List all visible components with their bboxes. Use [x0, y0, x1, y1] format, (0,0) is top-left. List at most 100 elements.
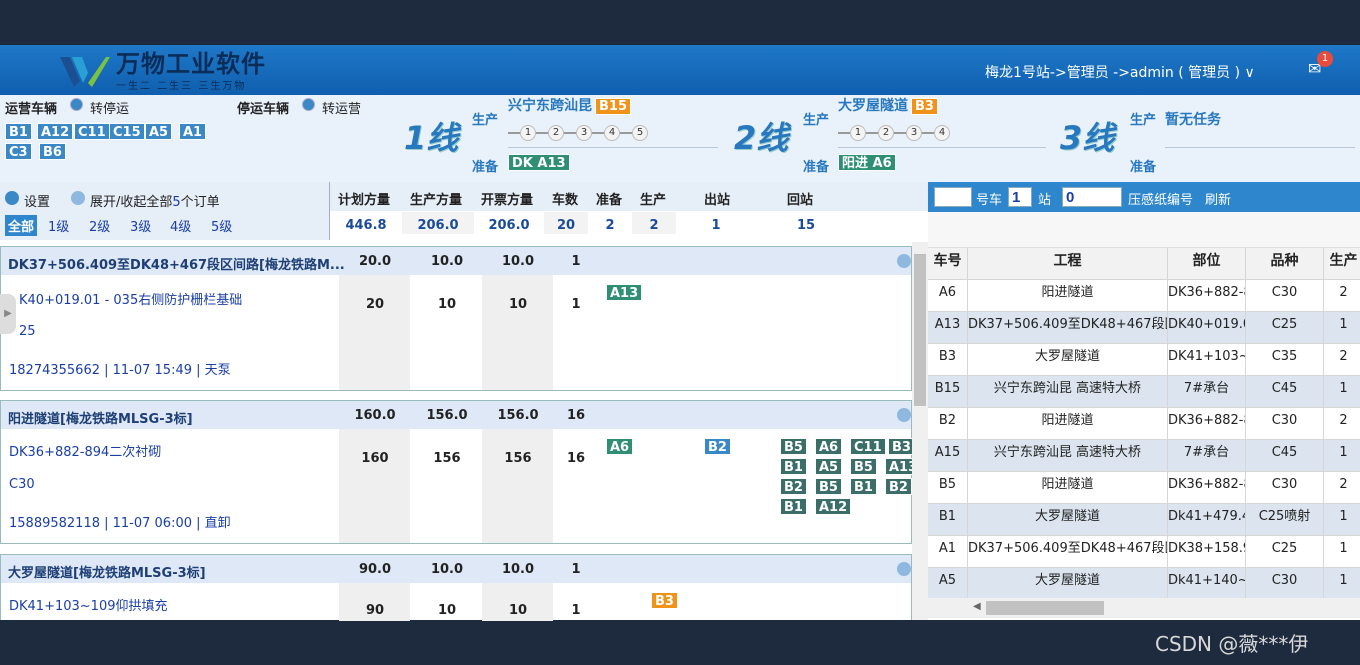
column-header: 部位 — [1168, 248, 1246, 279]
vertical-scrollbar[interactable] — [912, 242, 928, 620]
order-cars-value: 1 — [571, 603, 581, 618]
column-header: 车号 — [928, 248, 968, 279]
table-row[interactable]: A13 DK37+506.409至DK48+467段区 DK40+019.0 C25 1 — [928, 312, 1360, 344]
level-tab-2[interactable]: 2级 — [89, 216, 110, 235]
car-tag[interactable]: B5 — [850, 458, 877, 475]
table-cell: 大罗屋隧道 — [968, 344, 1168, 375]
vehicle-tag[interactable]: C3 — [5, 143, 32, 160]
level-tab-4[interactable]: 4级 — [170, 216, 191, 235]
toggle-all-button[interactable]: 展开/收起全部5个订单 — [90, 191, 220, 210]
line-2-prepare-tag[interactable]: 阳进 A6 — [838, 154, 896, 171]
vehicle-tag[interactable]: B6 — [39, 143, 66, 160]
user-menu[interactable]: 梅龙1号站->管理员 ->admin ( 管理员 ) ∨ — [985, 62, 1255, 82]
to-run-button[interactable]: 转运营 — [322, 98, 361, 117]
vehicle-tag[interactable]: A1 — [179, 123, 207, 140]
order-plan: 160.0 — [354, 408, 396, 423]
line-1-prepare-tag[interactable]: DK A13 — [508, 154, 570, 171]
gear-icon[interactable] — [5, 191, 19, 205]
order-header[interactable]: 阳进隧道[梅龙铁路MLSG-3标] 160.0 156.0 156.0 16 — [1, 401, 911, 429]
vehicle-tag[interactable]: A12 — [37, 123, 74, 140]
car-tag[interactable]: C11 — [850, 438, 886, 455]
table-row[interactable]: B5 阳进隧道 DK36+882-8 C30 2 — [928, 472, 1360, 504]
table-row[interactable]: A1 DK37+506.409至DK48+467段区 DK38+158.9 C25 1 — [928, 536, 1360, 568]
table-row[interactable]: B2 阳进隧道 DK36+882-8 C30 2 — [928, 408, 1360, 440]
car-tag[interactable]: B3 — [888, 438, 912, 455]
level-tab-1[interactable]: 1级 — [48, 216, 69, 235]
order-part[interactable]: DK36+882-894二次衬砌 — [9, 441, 161, 460]
table-row[interactable]: B15 兴宁东跨汕昆 高速特大桥 7#承台 C45 1 — [928, 376, 1360, 408]
table-row[interactable]: A5 大罗屋隧道 Dk41+140~ C30 1 — [928, 568, 1360, 600]
station-input[interactable] — [1062, 187, 1122, 207]
summary-value: 206.0 — [488, 218, 530, 233]
table-row[interactable]: B1 大罗屋隧道 Dk41+479.4 C25喷射 1 — [928, 504, 1360, 536]
car-tag[interactable]: B2 — [704, 438, 731, 455]
car-tag[interactable]: A13 — [606, 284, 643, 301]
order-card: 大罗屋隧道[梅龙铁路MLSG-3标] 90.0 10.0 10.0 1 90 1… — [0, 554, 912, 621]
order-cars: 1 — [571, 562, 581, 577]
running-vehicles-label: 运营车辆 — [5, 102, 58, 117]
table-row[interactable]: A15 兴宁东跨汕昆 高速特大桥 7#承台 C45 1 — [928, 440, 1360, 472]
table-cell: C30 — [1246, 280, 1324, 311]
step-node: 3 — [906, 125, 922, 141]
order-plan: 90.0 — [358, 562, 392, 577]
summary-header: 回站 — [787, 193, 814, 208]
collapse-icon[interactable] — [897, 562, 911, 576]
settings-button[interactable]: 设置 — [24, 191, 50, 210]
scroll-thumb[interactable] — [986, 601, 1104, 615]
refresh-button[interactable]: 刷新 — [1205, 189, 1231, 208]
collapse-icon[interactable] — [897, 254, 911, 268]
car-tag[interactable]: A6 — [815, 438, 843, 455]
mail-count-badge: 1 — [1317, 51, 1333, 67]
vehicle-tag[interactable]: C15 — [109, 123, 145, 140]
table-cell: A1 — [928, 536, 968, 567]
order-header[interactable]: DK37+506.409至DK48+467段区间路[梅龙铁路M... 20.0 … — [1, 247, 911, 275]
car-tag[interactable]: A13 — [885, 458, 912, 475]
table-cell: 兴宁东跨汕昆 高速特大桥 — [968, 440, 1168, 471]
level-tab-3[interactable]: 3级 — [130, 216, 151, 235]
car-tag[interactable]: A5 — [815, 458, 843, 475]
horizontal-scrollbar[interactable]: ◀ — [928, 598, 1360, 618]
table-cell: 2 — [1324, 280, 1360, 311]
vehicle-tag[interactable]: C11 — [74, 123, 110, 140]
car-filter-input[interactable] — [934, 187, 972, 207]
car-tag[interactable]: B1 — [850, 478, 877, 495]
order-part[interactable]: K40+019.01 - 035右侧防护栅栏基础 — [19, 289, 242, 308]
table-row[interactable]: B3 大罗屋隧道 DK41+103~ C35 2 — [928, 344, 1360, 376]
order-prod-value: 10 — [437, 603, 457, 618]
order-grade: 25 — [19, 324, 36, 339]
car-tag[interactable]: A12 — [815, 498, 852, 515]
line-1-car-tag[interactable]: B15 — [595, 98, 631, 115]
level-tab-all[interactable]: 全部 — [5, 215, 38, 236]
order-part[interactable]: DK41+103~109仰拱填充 — [9, 595, 168, 614]
expand-sidebar-icon[interactable]: ▶ — [0, 294, 16, 334]
summary-table: 计划方量 生产方量 开票方量 车数 准备 生产 出站 回站 446.8 206.… — [330, 182, 928, 240]
vehicle-tag[interactable]: B1 — [5, 123, 32, 140]
arrow-left-icon[interactable] — [302, 98, 315, 111]
level-tab-5[interactable]: 5级 — [211, 216, 232, 235]
car-tag[interactable]: B5 — [815, 478, 842, 495]
car-tag[interactable]: B1 — [780, 498, 807, 515]
table-row[interactable]: A6 阳进隧道 DK36+882-8 C30 2 — [928, 280, 1360, 312]
car-tag[interactable]: B5 — [780, 438, 807, 455]
car-tag[interactable]: B2 — [780, 478, 807, 495]
car-tag[interactable]: B2 — [885, 478, 912, 495]
line-2-prepare-label: 准备 — [803, 160, 830, 175]
table-cell: C30 — [1246, 568, 1324, 599]
to-stop-button[interactable]: 转停运 — [90, 98, 129, 117]
car-number-input[interactable] — [1008, 187, 1032, 207]
scroll-thumb[interactable] — [914, 254, 926, 406]
order-header[interactable]: 大罗屋隧道[梅龙铁路MLSG-3标] 90.0 10.0 10.0 1 — [1, 555, 911, 583]
table-cell: 1 — [1324, 440, 1360, 471]
arrow-right-icon[interactable] — [70, 98, 83, 111]
car-tag[interactable]: A6 — [606, 438, 634, 455]
vehicle-tag[interactable]: A5 — [145, 123, 173, 140]
line-1-progress: 12345 — [508, 125, 648, 141]
toggle-icon[interactable] — [71, 191, 85, 205]
scroll-left-icon[interactable]: ◀ — [973, 601, 981, 612]
car-tag[interactable]: B1 — [780, 458, 807, 475]
order-title: DK37+506.409至DK48+467段区间路[梅龙铁路M... — [8, 258, 345, 273]
line-3-prepare-label: 准备 — [1130, 160, 1157, 175]
car-tag[interactable]: B3 — [651, 592, 678, 609]
line-2-car-tag[interactable]: B3 — [911, 98, 938, 115]
collapse-icon[interactable] — [897, 408, 911, 422]
